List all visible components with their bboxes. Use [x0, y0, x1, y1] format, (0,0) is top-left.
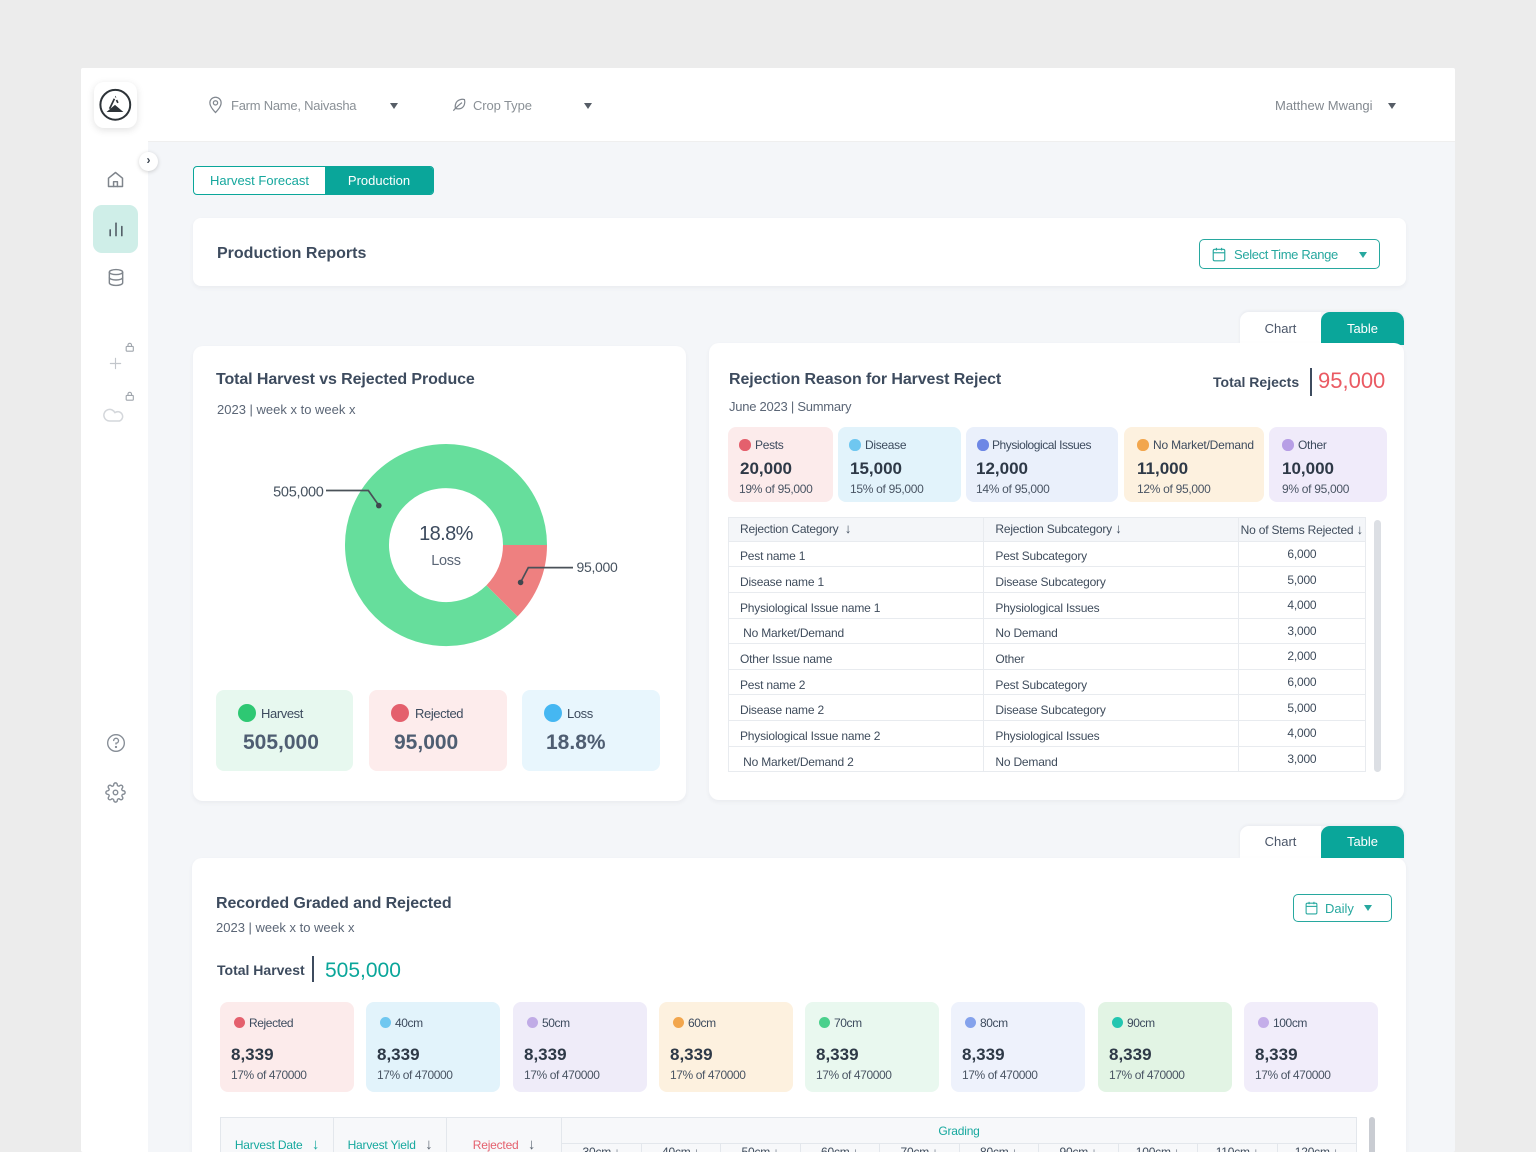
svg-text:95,000: 95,000: [577, 559, 619, 575]
svg-text:505,000: 505,000: [273, 485, 324, 501]
